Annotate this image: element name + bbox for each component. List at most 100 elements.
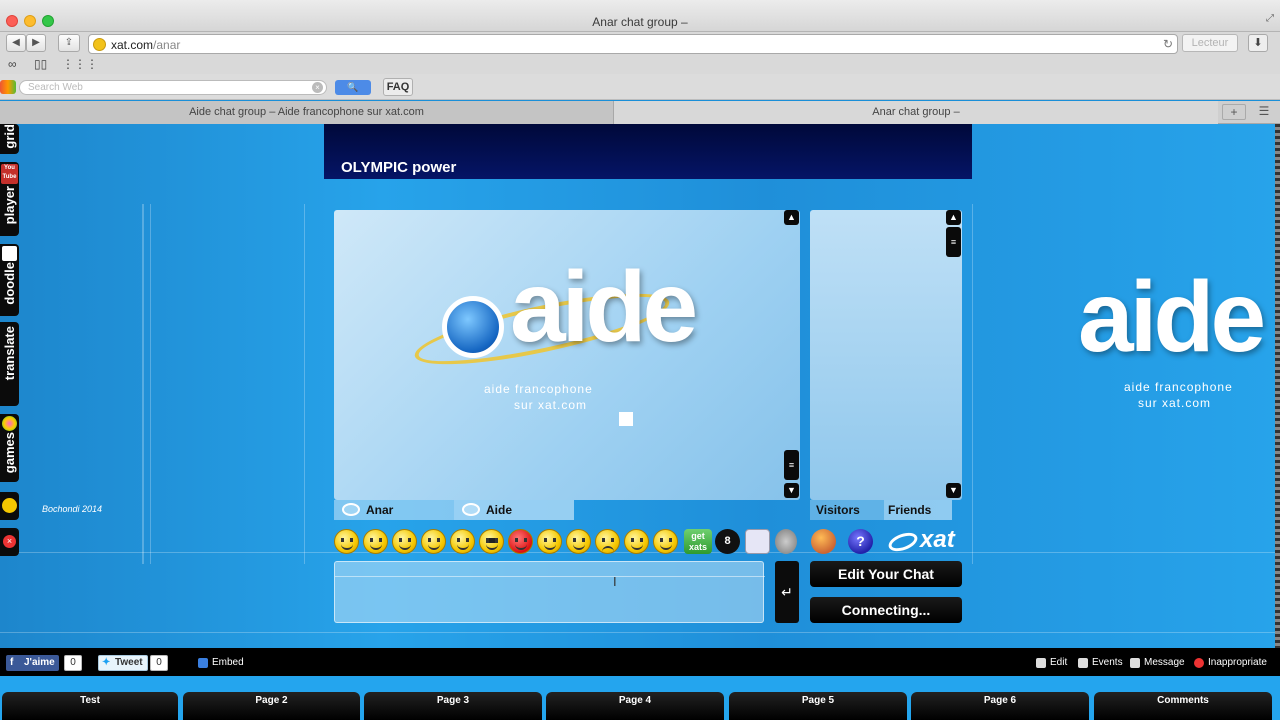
chat-tab-anar[interactable]: Anar <box>334 500 454 520</box>
users-scroll-thumb[interactable]: ≡ <box>946 227 961 257</box>
sound-icon[interactable] <box>775 529 797 554</box>
url-bar[interactable]: xat.com/anar ↻ <box>88 34 1178 54</box>
page-tab-2[interactable]: Page 2 <box>183 692 360 720</box>
back-button[interactable]: ◀ <box>6 34 26 52</box>
edit-your-chat-button[interactable]: Edit Your Chat <box>810 561 962 587</box>
chat-settings-icon[interactable] <box>745 529 770 554</box>
search-button[interactable]: 🔍 <box>335 80 371 95</box>
share-icon[interactable]: ⇪ <box>58 34 80 52</box>
faq-button[interactable]: FAQ <box>383 78 413 96</box>
message-input[interactable]: I <box>334 561 765 623</box>
facebook-like-button[interactable]: f J'aime <box>6 655 59 671</box>
top-sites-icon[interactable]: ⋮⋮⋮ <box>62 57 98 71</box>
decor-line <box>142 204 144 564</box>
grid-gadget[interactable]: grid <box>0 124 19 154</box>
chat-tab-aide[interactable]: Aide <box>454 500 574 520</box>
doodle-gadget[interactable]: doodle <box>0 244 19 316</box>
doodle-icon <box>2 246 17 261</box>
smiley-biggrin-icon[interactable] <box>363 529 388 554</box>
tab-visitors[interactable]: Visitors <box>810 500 884 520</box>
twitter-bird-icon: ✦ <box>102 657 111 668</box>
games-gadget[interactable]: games <box>0 414 19 482</box>
player-gadget[interactable]: You Tube player <box>0 162 19 236</box>
reading-list-icon[interactable]: ∞ <box>8 57 17 71</box>
bookmarks-icon[interactable]: ▯▯ <box>34 57 47 71</box>
window-title: Anar chat group – <box>592 15 688 29</box>
chat-scroll-thumb[interactable]: ≡ <box>784 450 799 480</box>
background-logo-sub1: aide francophone <box>1124 380 1233 394</box>
edit-link[interactable]: Edit <box>1036 657 1067 668</box>
forward-button[interactable]: ▶ <box>26 34 46 52</box>
page-tab-comments[interactable]: Comments <box>1094 692 1272 720</box>
downloads-icon[interactable]: ⬇ <box>1248 34 1268 52</box>
smiley-laugh-icon[interactable] <box>624 529 649 554</box>
tab-overview-icon[interactable]: ☰ <box>1254 104 1274 120</box>
get-xats-button[interactable]: get xats <box>684 529 712 554</box>
tweet-count: 0 <box>150 655 168 671</box>
embed-link[interactable]: Embed <box>198 657 244 668</box>
like-count: 0 <box>64 655 82 671</box>
reload-icon[interactable]: ↻ <box>1163 37 1173 51</box>
fullscreen-icon[interactable]: ⤢ <box>1266 13 1276 24</box>
smiley-wink-icon[interactable] <box>392 529 417 554</box>
chat-scroll-down-button[interactable]: ▼ <box>784 483 799 498</box>
smiley-sad-icon[interactable] <box>595 529 620 554</box>
smiley-happy-icon[interactable] <box>653 529 678 554</box>
clear-search-icon[interactable]: × <box>312 82 323 93</box>
help-icon[interactable]: ? <box>848 529 873 554</box>
smiley-cool-icon[interactable] <box>479 529 504 554</box>
chat-logo-sub2: sur xat.com <box>514 398 588 412</box>
tab-friends[interactable]: Friends <box>884 500 952 520</box>
xat-logo[interactable]: xat <box>884 524 964 556</box>
message-link[interactable]: Message <box>1130 657 1185 668</box>
inappropriate-link[interactable]: Inappropriate <box>1194 657 1267 668</box>
smiley-mad-icon[interactable] <box>508 529 533 554</box>
site-favicon-icon <box>93 38 106 51</box>
close-icon: × <box>3 535 16 548</box>
page-tab-test[interactable]: Test <box>2 692 178 720</box>
close-gadget[interactable]: × <box>0 528 19 556</box>
window-titlebar: Anar chat group – ⤢ <box>0 0 1280 32</box>
addon-logo-icon <box>0 80 16 94</box>
web-search-input[interactable]: Search Web × <box>19 80 327 95</box>
smiley-smile-icon[interactable] <box>334 529 359 554</box>
input-divider <box>335 576 765 577</box>
browser-tab-bar: Aide chat group – Aide francophone sur x… <box>0 101 1280 124</box>
tab-anar-chat[interactable]: Anar chat group – <box>614 101 1218 124</box>
send-button[interactable]: ↵ <box>775 561 799 623</box>
events-icon <box>1078 658 1088 668</box>
smiley-gadget[interactable] <box>0 492 19 520</box>
logo-planet <box>442 296 504 358</box>
translate-gadget[interactable]: translate <box>0 322 19 406</box>
connecting-status-button[interactable]: Connecting... <box>810 597 962 623</box>
chat-scroll-up-button[interactable]: ▲ <box>784 210 799 225</box>
smiley-crying-icon[interactable] <box>566 529 591 554</box>
events-link[interactable]: Events <box>1078 657 1123 668</box>
page-tab-3[interactable]: Page 3 <box>364 692 542 720</box>
games-icon <box>2 416 17 431</box>
smiley-tongue-icon[interactable] <box>450 529 475 554</box>
embed-icon <box>198 658 208 668</box>
smiley-eek-icon[interactable] <box>421 529 446 554</box>
xat-logo-icon <box>886 529 920 555</box>
users-scroll-up-button[interactable]: ▲ <box>946 210 961 225</box>
user-list-panel[interactable] <box>810 210 962 500</box>
page-tab-6[interactable]: Page 6 <box>911 692 1089 720</box>
page-tab-5[interactable]: Page 5 <box>729 692 907 720</box>
chat-bubble-icon <box>462 503 480 516</box>
page-scrollbar[interactable] <box>1275 124 1280 648</box>
tweet-button[interactable]: ✦ Tweet <box>98 655 148 671</box>
new-tab-button[interactable]: + <box>1222 104 1246 120</box>
reader-button[interactable]: Lecteur <box>1182 34 1238 52</box>
smiley-confused-icon[interactable] <box>537 529 562 554</box>
decor-line <box>0 632 1275 633</box>
chat-message-area[interactable]: aide aide francophone sur xat.com Bochon… <box>334 210 800 500</box>
users-icon[interactable] <box>811 529 836 554</box>
tab-aide-chat[interactable]: Aide chat group – Aide francophone sur x… <box>0 101 614 124</box>
browser-toolbar: ◀ ▶ ⇪ xat.com/anar ↻ Lecteur ⬇ <box>0 32 1280 56</box>
page-tab-4[interactable]: Page 4 <box>546 692 724 720</box>
page-tabs-bar: Test Page 2 Page 3 Page 4 Page 5 Page 6 … <box>0 676 1280 720</box>
eight-ball-icon[interactable]: 8 <box>715 529 740 554</box>
users-scroll-down-button[interactable]: ▼ <box>946 483 961 498</box>
facebook-icon: f <box>10 657 14 668</box>
